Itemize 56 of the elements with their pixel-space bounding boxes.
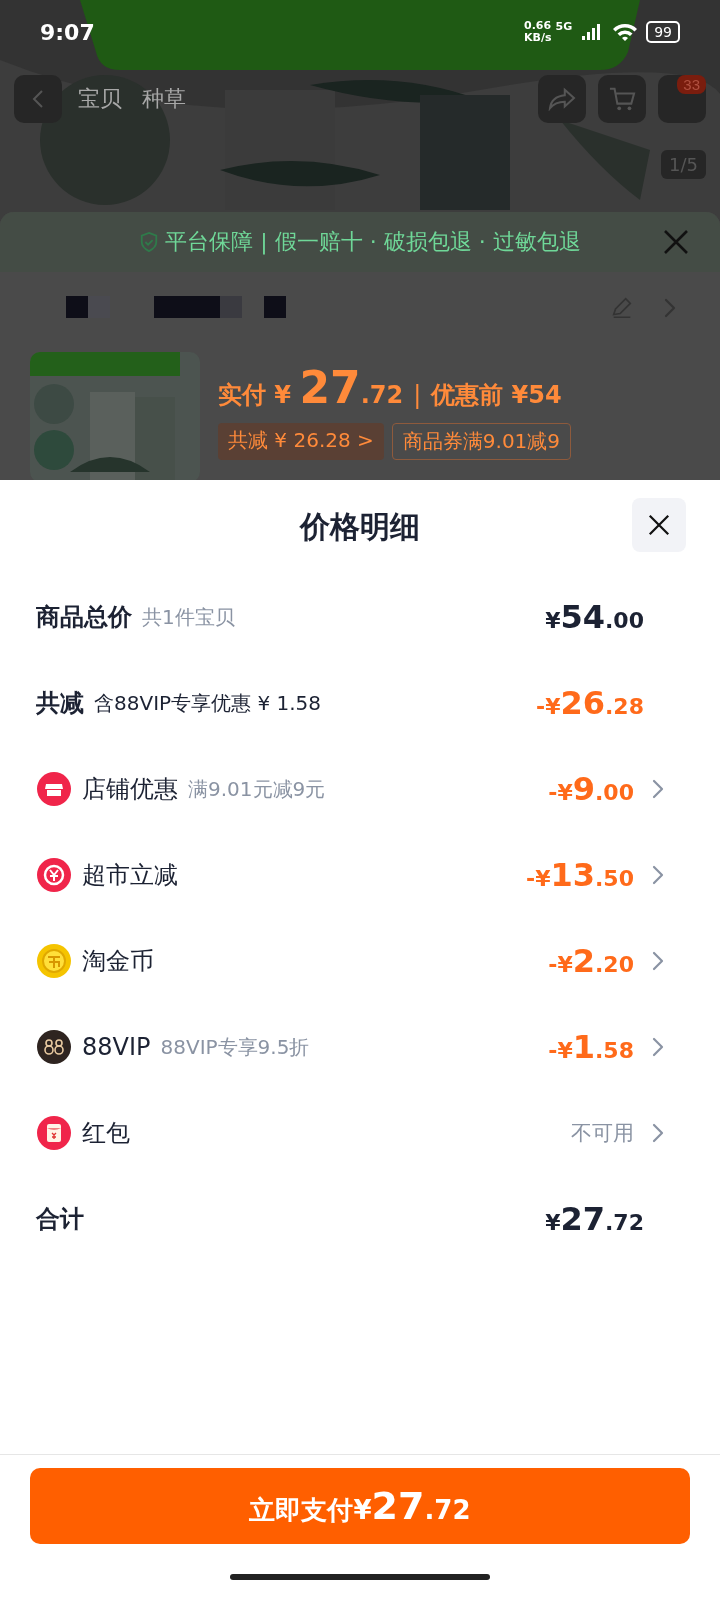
amount-text: -¥1.58 <box>548 1028 634 1066</box>
separator-text: | <box>413 381 422 409</box>
original-price-text: 优惠前 ¥54 <box>431 380 562 411</box>
row-label: 88VIP <box>82 1033 151 1061</box>
shop-icon <box>36 771 72 807</box>
row-note: 88VIP专享9.5折 <box>160 1033 310 1061</box>
envelope-icon <box>36 1115 72 1151</box>
network-type: 5G <box>555 20 573 33</box>
row-note: 含88VIP专享优惠 ¥ 1.58 <box>94 689 322 717</box>
close-icon <box>647 513 671 537</box>
row-label: 商品总价 <box>36 602 132 633</box>
cart-button[interactable] <box>598 75 646 123</box>
chevron-icon <box>652 951 664 971</box>
row-label: 合计 <box>36 1204 84 1235</box>
row-note: 共1件宝贝 <box>142 603 235 631</box>
row-label: 红包 <box>82 1118 130 1149</box>
amount-text: ¥27.72 <box>545 1200 644 1238</box>
price-text: 实付 ¥ 27.72 <box>218 362 404 413</box>
sheet-title: 价格明细 <box>300 507 420 546</box>
network-speed: 0.66 KB/s <box>524 20 552 44</box>
amount-text: -¥2.20 <box>548 942 634 980</box>
close-button[interactable] <box>632 498 686 552</box>
row-label: 超市立减 <box>82 860 178 891</box>
chevron-icon <box>652 1123 664 1143</box>
row-label: 店铺优惠 <box>82 774 178 805</box>
chevron-icon <box>652 1037 664 1057</box>
cart-icon <box>608 86 636 112</box>
vip-icon <box>36 1029 72 1065</box>
status-text: 不可用 <box>571 1120 634 1147</box>
share-button[interactable] <box>538 75 586 123</box>
row-note: 满9.01元减9元 <box>188 775 326 803</box>
shield-icon <box>139 231 160 253</box>
back-icon <box>30 88 46 110</box>
chevron-icon <box>652 865 664 885</box>
coin-icon <box>36 943 72 979</box>
wifi-icon <box>612 22 639 42</box>
nav-tab[interactable]: 宝贝 <box>74 84 126 114</box>
discount-tag[interactable]: 共减 ¥ 26.28 > <box>218 423 384 460</box>
pencil-icon[interactable] <box>610 296 634 320</box>
row-label: 淘金币 <box>82 946 154 977</box>
amount-text: -¥26.28 <box>536 684 644 722</box>
status-time: 9:07 <box>40 19 96 45</box>
row-label: 共减 <box>36 688 84 719</box>
chevron-icon <box>652 779 664 799</box>
guarantee-text: 平台保障 | 假一赔十 · 破损包退 · 过敏包退 <box>165 228 581 257</box>
battery-indicator: 99 <box>646 21 680 43</box>
share-icon <box>548 87 576 111</box>
discount-tag: 商品券满9.01减9 <box>391 423 572 460</box>
back-button[interactable] <box>14 75 62 123</box>
amount-text: ¥54.00 <box>545 598 644 636</box>
amount-text: -¥9.00 <box>548 770 634 808</box>
nav-tab[interactable]: 种草 <box>138 84 190 114</box>
amount-text: -¥13.50 <box>526 856 634 894</box>
pay-button[interactable]: 立即支付¥27.72 <box>30 1468 690 1544</box>
yen-coupon-icon <box>36 857 72 893</box>
close-icon[interactable] <box>662 228 690 256</box>
